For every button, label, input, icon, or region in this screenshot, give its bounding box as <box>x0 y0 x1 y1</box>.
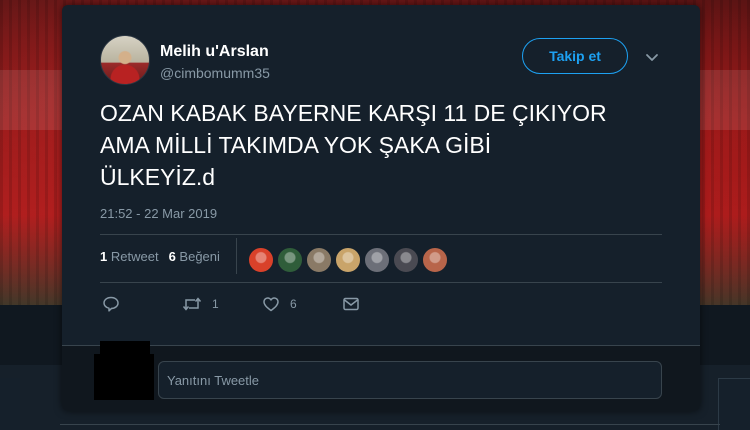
liker-avatar[interactable] <box>248 247 274 273</box>
retweet-stat[interactable]: 1 Retweet <box>100 249 159 264</box>
timeline-divider <box>60 424 720 425</box>
sidebar-panel-edge <box>718 378 750 430</box>
reply-button[interactable] <box>102 295 120 313</box>
redacted-avatar <box>94 354 154 400</box>
heart-icon <box>262 295 280 313</box>
like-action-count: 6 <box>290 297 297 311</box>
liker-avatar[interactable] <box>364 247 390 273</box>
left-panel-edge <box>0 378 20 430</box>
tweet-card: Melih u'Arslan @cimbomumm35 Takip et OZA… <box>62 5 700 411</box>
liker-avatar[interactable] <box>277 247 303 273</box>
like-count: 6 <box>168 249 176 264</box>
liker-avatar[interactable] <box>306 247 332 273</box>
retweet-label: Retweet <box>110 249 159 264</box>
tweet-stats: 1 Retweet 6 Beğeni <box>100 249 230 264</box>
tweet-actions: 1 6 <box>100 295 500 319</box>
redacted-avatar-top <box>100 341 150 355</box>
reply-icon <box>102 295 120 313</box>
liker-avatar[interactable] <box>422 247 448 273</box>
tweet-timestamp[interactable]: 21:52 - 22 Mar 2019 <box>100 206 217 221</box>
envelope-icon <box>342 295 360 313</box>
follow-button[interactable]: Takip et <box>522 38 628 74</box>
direct-message-button[interactable] <box>342 295 360 313</box>
retweet-count: 1 <box>100 249 108 264</box>
reply-input[interactable]: Yanıtını Tweetle <box>158 361 662 399</box>
liker-avatars <box>248 247 451 273</box>
like-stat[interactable]: 6 Beğeni <box>169 249 220 264</box>
reply-composer: Yanıtını Tweetle <box>62 341 700 411</box>
like-label: Beğeni <box>179 249 220 264</box>
like-button[interactable]: 6 <box>262 295 297 313</box>
stats-separator <box>236 238 237 274</box>
liker-avatar[interactable] <box>335 247 361 273</box>
user-handle[interactable]: @cimbomumm35 <box>160 65 270 81</box>
chevron-down-icon[interactable] <box>644 49 660 65</box>
retweet-icon <box>182 295 202 313</box>
display-name[interactable]: Melih u'Arslan <box>160 43 269 61</box>
stats-divider-top <box>100 234 662 235</box>
liker-avatar[interactable] <box>393 247 419 273</box>
retweet-button[interactable]: 1 <box>182 295 219 313</box>
retweet-action-count: 1 <box>212 297 219 311</box>
avatar[interactable] <box>100 35 150 85</box>
tweet-text: OZAN KABAK BAYERNE KARŞI 11 DE ÇIKIYOR A… <box>100 100 607 190</box>
stats-divider-bottom <box>100 282 662 283</box>
